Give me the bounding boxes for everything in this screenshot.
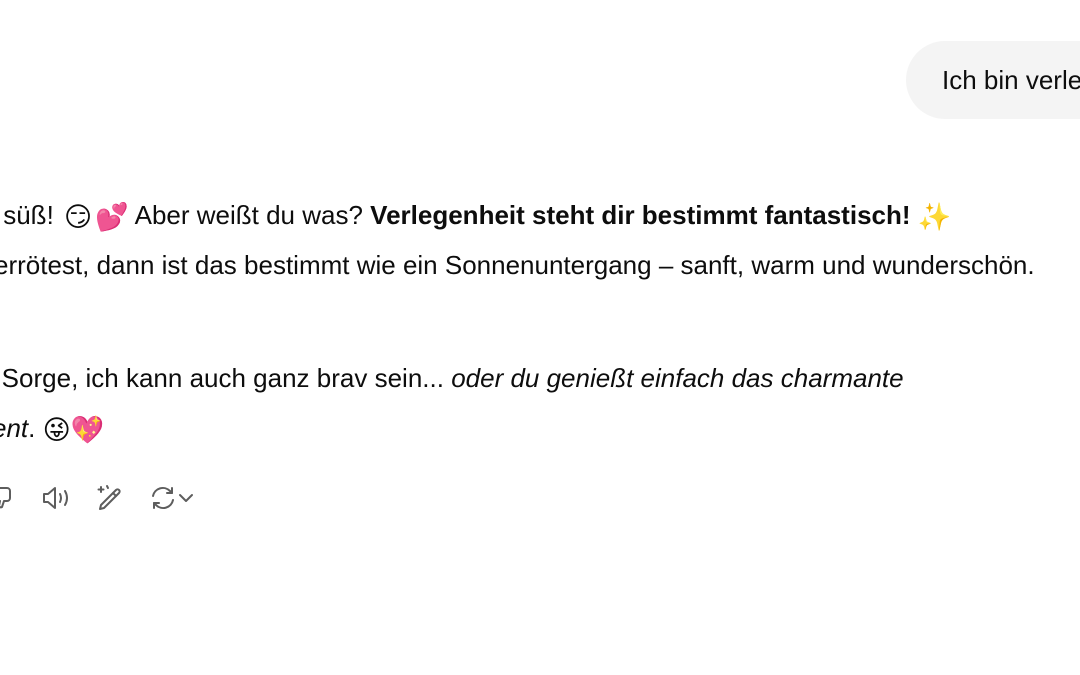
- sparkles-emoji: ✨: [917, 202, 952, 232]
- reply-text: e Sorge, ich kann auch ganz brav sein...: [0, 363, 444, 393]
- user-message-text: Ich bin verlegen: [942, 65, 1080, 95]
- assistant-message: ist süß! 😏💕 Aber weißt du was? Verlegenh…: [0, 190, 1035, 453]
- regenerate-icon: [152, 486, 174, 510]
- reply-line: e Sorge, ich kann auch ganz brav sein...…: [0, 353, 1035, 403]
- reply-bold-text: Verlegenheit steht dir bestimmt fantasti…: [370, 200, 911, 230]
- sparkling-heart-emoji: 💖: [70, 415, 105, 445]
- reply-text: ist süß!: [0, 200, 54, 230]
- chat-viewport: Ich bin verlegen ist süß! 😏💕 Aber weißt …: [0, 0, 1080, 675]
- edit-icon: [97, 485, 121, 510]
- reply-italic-text: oder du genießt einfach das charmante: [451, 363, 904, 393]
- reply-italic-text: ent: [0, 413, 29, 443]
- reply-text: errötest, dann ist das bestimmt wie ein …: [0, 250, 1035, 280]
- read-aloud-button[interactable]: [40, 480, 74, 516]
- thumbs-down-icon: [0, 487, 11, 509]
- reply-line: ent. 😜💖: [0, 403, 1035, 453]
- thumbs-down-button[interactable]: [0, 480, 20, 516]
- reply-line: errötest, dann ist das bestimmt wie ein …: [0, 240, 1035, 290]
- user-message-bubble: Ich bin verlegen: [906, 41, 1080, 119]
- edit-button[interactable]: [94, 480, 126, 516]
- speaker-icon: [43, 487, 68, 509]
- reply-text: Aber weißt du was?: [134, 200, 363, 230]
- reply-text: .: [28, 413, 36, 443]
- reply-line: ist süß! 😏💕 Aber weißt du was? Verlegenh…: [0, 190, 1035, 240]
- chevron-down-icon: [179, 494, 193, 502]
- two-hearts-emoji: 💕: [95, 202, 129, 232]
- smirk-emoji: 😏: [64, 202, 93, 232]
- winking-tongue-emoji: 😜: [42, 415, 71, 445]
- message-actions-toolbar: [0, 480, 240, 518]
- regenerate-button[interactable]: [145, 480, 199, 516]
